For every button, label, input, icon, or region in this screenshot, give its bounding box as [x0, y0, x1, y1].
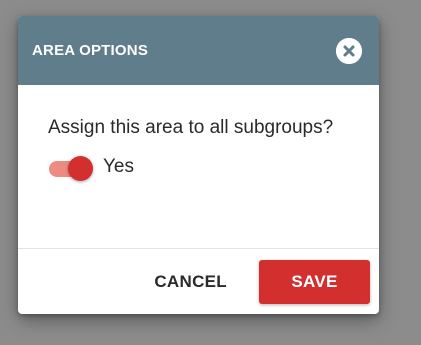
close-button[interactable] [336, 37, 362, 64]
dialog-footer: CANCEL SAVE [18, 249, 379, 304]
toggle-row: Yes [46, 153, 379, 181]
assign-question: Assign this area to all subgroups? [48, 117, 334, 138]
cancel-button[interactable]: CANCEL [136, 260, 245, 304]
close-icon [336, 37, 362, 64]
assign-subgroups-toggle[interactable] [46, 153, 94, 181]
toggle-label: Yes [103, 156, 134, 177]
toggle-thumb [68, 156, 93, 181]
dialog-title: AREA OPTIONS [32, 42, 149, 59]
dialog-body: Assign this area to all subgroups? Yes [18, 85, 379, 249]
area-options-dialog: AREA OPTIONS Assign this area to all sub… [18, 16, 379, 314]
save-button[interactable]: SAVE [259, 260, 370, 304]
dialog-header: AREA OPTIONS [18, 16, 379, 85]
